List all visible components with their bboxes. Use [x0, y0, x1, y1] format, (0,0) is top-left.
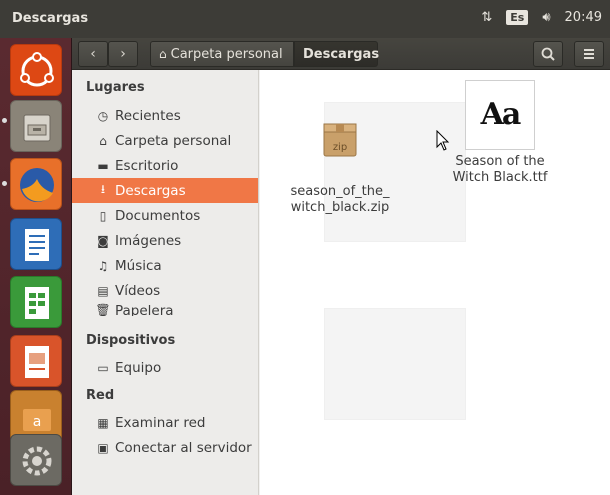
impress-icon[interactable]: [10, 335, 62, 387]
sidebar-item-label: Equipo: [115, 359, 162, 376]
file-item-zip[interactable]: zip season_of_the_ witch_black.zip: [284, 114, 396, 216]
breadcrumb-home-label: Carpeta personal: [170, 46, 283, 62]
file-manager-window: ‹ › ⌂ Carpeta personal Descargas Lugares…: [72, 38, 610, 495]
search-button[interactable]: [533, 41, 563, 67]
music-icon: ♫: [97, 258, 109, 273]
film-icon: ▤: [97, 283, 109, 298]
sidebar-item-examinar-red[interactable]: ▦ Examinar red: [72, 410, 258, 435]
volume-icon[interactable]: 🔊︎: [542, 10, 550, 25]
launcher: a: [0, 38, 72, 495]
breadcrumb-home[interactable]: ⌂ Carpeta personal: [150, 41, 294, 67]
indicator-area: ⇅ Es 🔊︎ 20:49: [481, 10, 602, 25]
sidebar-item-label: Escritorio: [115, 157, 179, 174]
clock-icon: ◷: [97, 108, 109, 123]
sidebar-item-label: Vídeos: [115, 282, 161, 299]
writer-icon[interactable]: [10, 218, 62, 270]
sidebar-item-label: Conectar al servidor: [115, 439, 252, 456]
sidebar-item-conectar-servidor[interactable]: ▣ Conectar al servidor: [72, 435, 258, 460]
files-app-icon[interactable]: [10, 100, 62, 152]
sidebar-item-equipo[interactable]: ▭ Equipo: [72, 355, 258, 380]
font-preview-text: Aa: [480, 97, 522, 132]
file-name: season_of_the_: [290, 184, 390, 199]
background-ghost: [324, 308, 466, 420]
file-type-badge: zip: [332, 142, 348, 153]
toolbar: ‹ › ⌂ Carpeta personal Descargas: [72, 38, 610, 70]
devices-header: Dispositivos: [86, 333, 176, 348]
trash-icon: 🗑︎: [95, 303, 111, 316]
home-icon: ⌂: [99, 133, 107, 148]
file-name: Season of the: [455, 154, 545, 169]
keyboard-layout-indicator[interactable]: Es: [506, 10, 529, 25]
firefox-icon[interactable]: [10, 158, 62, 210]
svg-text:a: a: [33, 414, 42, 430]
file-name: witch_black.zip: [290, 200, 390, 215]
document-icon: ▯: [99, 208, 107, 223]
sidebar-item-label: Examinar red: [115, 414, 206, 431]
sidebar-item-label: Imágenes: [115, 232, 182, 249]
places-header: Lugares: [86, 80, 145, 95]
sidebar-item-label: Carpeta personal: [115, 132, 232, 149]
sidebar-item-documentos[interactable]: ▯ Documentos: [72, 203, 258, 228]
file-item-font[interactable]: Aa Season of the Witch Black.ttf: [440, 80, 560, 186]
mouse-pointer-icon: [436, 130, 450, 151]
folder-icon: ▬: [97, 158, 109, 173]
file-view[interactable]: zip season_of_the_ witch_black.zip Aa Se…: [260, 70, 610, 495]
sidebar-item-carpeta-personal[interactable]: ⌂ Carpeta personal: [72, 128, 258, 153]
ubuntu-dash-icon[interactable]: [10, 44, 62, 96]
sidebar-item-videos[interactable]: ▤ Vídeos: [72, 278, 258, 303]
sidebar-item-label: Recientes: [115, 107, 181, 124]
top-panel: Descargas ⇅ Es 🔊︎ 20:49: [0, 0, 610, 38]
sidebar-item-label: Música: [115, 257, 162, 274]
network-transfer-icon[interactable]: ⇅: [481, 10, 492, 25]
sidebar-item-label: Documentos: [115, 207, 201, 224]
calc-icon[interactable]: [10, 276, 62, 328]
network-icon: ▦: [97, 415, 109, 430]
window-title: Descargas: [12, 11, 89, 26]
back-button[interactable]: ‹: [78, 41, 108, 67]
sidebar-item-escritorio[interactable]: ▬ Escritorio: [72, 153, 258, 178]
breadcrumb-current[interactable]: Descargas: [294, 41, 379, 67]
sidebar-item-label: Papelera: [115, 303, 174, 316]
download-icon: ⭳: [100, 182, 106, 196]
sidebar-item-label: Descargas: [115, 182, 186, 199]
font-preview-thumbnail: Aa: [465, 80, 535, 150]
system-settings-icon[interactable]: [10, 434, 62, 486]
network-header: Red: [86, 388, 115, 403]
file-name: Witch Black.ttf: [452, 170, 548, 185]
clock[interactable]: 20:49: [565, 10, 602, 25]
sidebar-item-musica[interactable]: ♫ Música: [72, 253, 258, 278]
forward-button[interactable]: ›: [108, 41, 138, 67]
camera-icon: ◙: [97, 233, 109, 248]
server-icon: ▣: [97, 440, 109, 455]
sidebar-item-imagenes[interactable]: ◙ Imágenes: [72, 228, 258, 253]
sidebar: Lugares ◷ Recientes ⌂ Carpeta personal ▬ Es…: [72, 70, 259, 495]
computer-icon: ▭: [97, 360, 109, 375]
running-indicator: [2, 118, 7, 123]
menu-button[interactable]: [574, 41, 604, 67]
sidebar-item-descargas[interactable]: ⭳ Descargas: [72, 178, 258, 203]
sidebar-item-recientes[interactable]: ◷ Recientes: [72, 103, 258, 128]
home-icon: ⌂: [159, 47, 167, 61]
search-icon: [541, 47, 555, 61]
sidebar-item-papelera[interactable]: 🗑︎ Papelera: [72, 302, 258, 316]
hamburger-icon: [584, 49, 594, 59]
running-indicator: [2, 181, 7, 186]
